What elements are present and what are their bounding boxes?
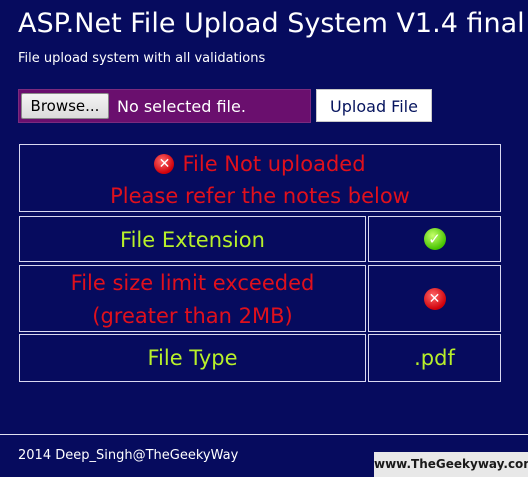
validation-row-extension-label: File Extension xyxy=(19,216,366,262)
error-icon: ✕ xyxy=(423,287,446,310)
browse-button[interactable]: Browse... xyxy=(21,93,109,119)
validation-row-type-value: .pdf xyxy=(368,334,501,382)
check-icon: ✓ xyxy=(423,228,446,250)
file-type-value: .pdf xyxy=(414,346,455,370)
validation-row-size-label: File size limit exceeded (greater than 2… xyxy=(19,265,366,332)
validation-row-extension-status: ✓ xyxy=(368,216,501,262)
validation-row-type-label: File Type xyxy=(19,334,366,382)
footer-copyright: 2014 Deep_Singh@TheGeekyWay xyxy=(18,448,239,463)
validation-row-size-status: ✕ xyxy=(368,265,501,332)
file-status-text: No selected file. xyxy=(117,97,246,116)
message-line-1-text: File Not uploaded xyxy=(182,152,366,176)
page-subtitle: File upload system with all validations xyxy=(18,51,266,66)
file-size-label-line-2: (greater than 2MB) xyxy=(92,304,293,328)
upload-result-message: ✕ File Not uploaded Please refer the note… xyxy=(19,144,501,212)
page-title: ASP.Net File Upload System V1.4 final xyxy=(18,8,525,39)
file-extension-label: File Extension xyxy=(120,228,265,252)
upload-file-button[interactable]: Upload File xyxy=(316,89,432,122)
watermark: www.TheGeekyway.com xyxy=(374,452,528,477)
file-input[interactable]: Browse... No selected file. xyxy=(18,89,311,123)
message-line-1: ✕ File Not uploaded xyxy=(20,152,500,176)
footer-divider xyxy=(0,434,528,435)
error-icon: ✕ xyxy=(154,154,175,174)
file-size-label-line-1: File size limit exceeded xyxy=(70,271,315,295)
file-type-label: File Type xyxy=(147,346,238,370)
message-line-2: Please refer the notes below xyxy=(110,184,410,208)
